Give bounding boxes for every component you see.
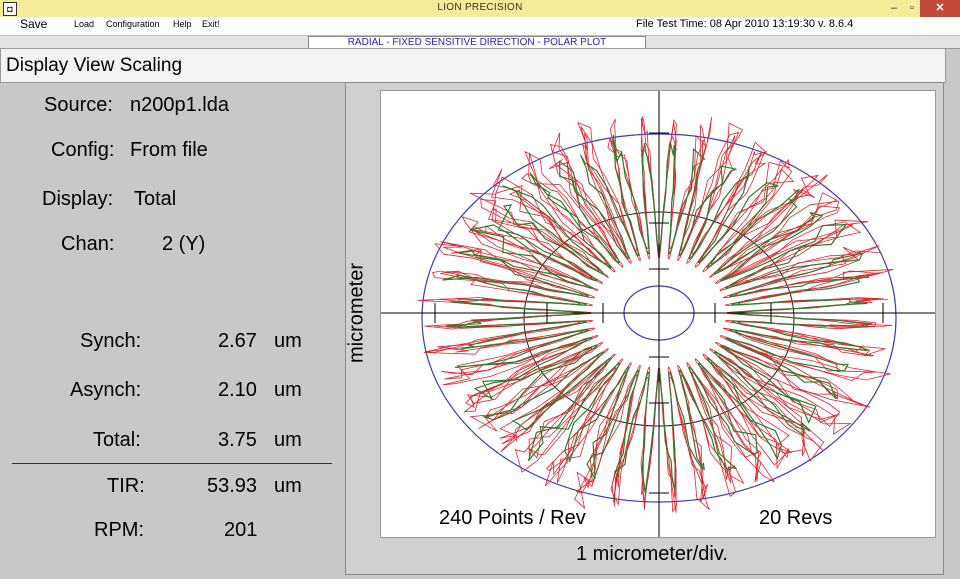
polar-plot-area[interactable]: 240 Points / Rev 20 Revs [380, 90, 936, 538]
minimize-icon[interactable]: ‒ [886, 0, 902, 17]
menu-exit[interactable]: Exit! [202, 19, 220, 29]
display-view-scaling-label[interactable]: Display View Scaling [6, 55, 182, 77]
title-bar: ◘ LION PRECISION ‒ ▫ ✕ [0, 0, 960, 18]
source-value: n200p1.lda [130, 94, 229, 116]
chan-value: 2 (Y) [162, 233, 206, 255]
config-value: From file [130, 139, 208, 161]
synch-value: 2.67 [218, 330, 257, 352]
revs-label: 20 Revs [759, 507, 833, 529]
close-icon[interactable]: ✕ [920, 0, 960, 17]
window-title: LION PRECISION [437, 2, 523, 13]
file-test-time: File Test Time: 08 Apr 2010 13:19:30 v. … [636, 18, 854, 30]
rpm-value: 201 [224, 519, 258, 541]
rpm-label: RPM: [94, 519, 144, 541]
tir-unit: um [274, 475, 302, 497]
display-value: Total [134, 188, 177, 210]
tir-value: 53.93 [207, 475, 258, 497]
menu-help[interactable]: Help [173, 19, 192, 29]
menu-bar: Save Load Configuration Help Exit! File … [0, 17, 960, 35]
source-label: Source: [44, 94, 113, 116]
menu-configuration[interactable]: Configuration [106, 19, 160, 29]
synch-unit: um [274, 330, 302, 352]
maximize-icon[interactable]: ▫ [904, 0, 920, 17]
display-label: Display: [42, 188, 114, 210]
asynch-value: 2.10 [218, 379, 257, 401]
total-label: Total: [93, 429, 141, 451]
menu-save[interactable]: Save [20, 17, 47, 31]
asynch-label: Asynch: [70, 379, 142, 401]
plot-mode-band: RADIAL - FIXED SENSITIVE DIRECTION - POL… [0, 35, 960, 49]
info-divider [12, 463, 332, 464]
menu-load[interactable]: Load [74, 19, 94, 29]
polar-plot-svg [381, 91, 935, 537]
total-value: 3.75 [218, 429, 257, 451]
x-axis-label: 1 micrometer/div. [576, 543, 728, 565]
tir-label: TIR: [107, 475, 145, 497]
display-view-scaling-bar[interactable]: Display View Scaling [0, 48, 946, 83]
points-per-rev-label: 240 Points / Rev [439, 507, 586, 529]
total-unit: um [274, 429, 302, 451]
chan-label: Chan: [61, 233, 115, 255]
config-label: Config: [51, 139, 115, 161]
asynch-unit: um [274, 379, 302, 401]
y-axis-label: micrometer [345, 262, 368, 364]
synch-label: Synch: [80, 330, 142, 352]
